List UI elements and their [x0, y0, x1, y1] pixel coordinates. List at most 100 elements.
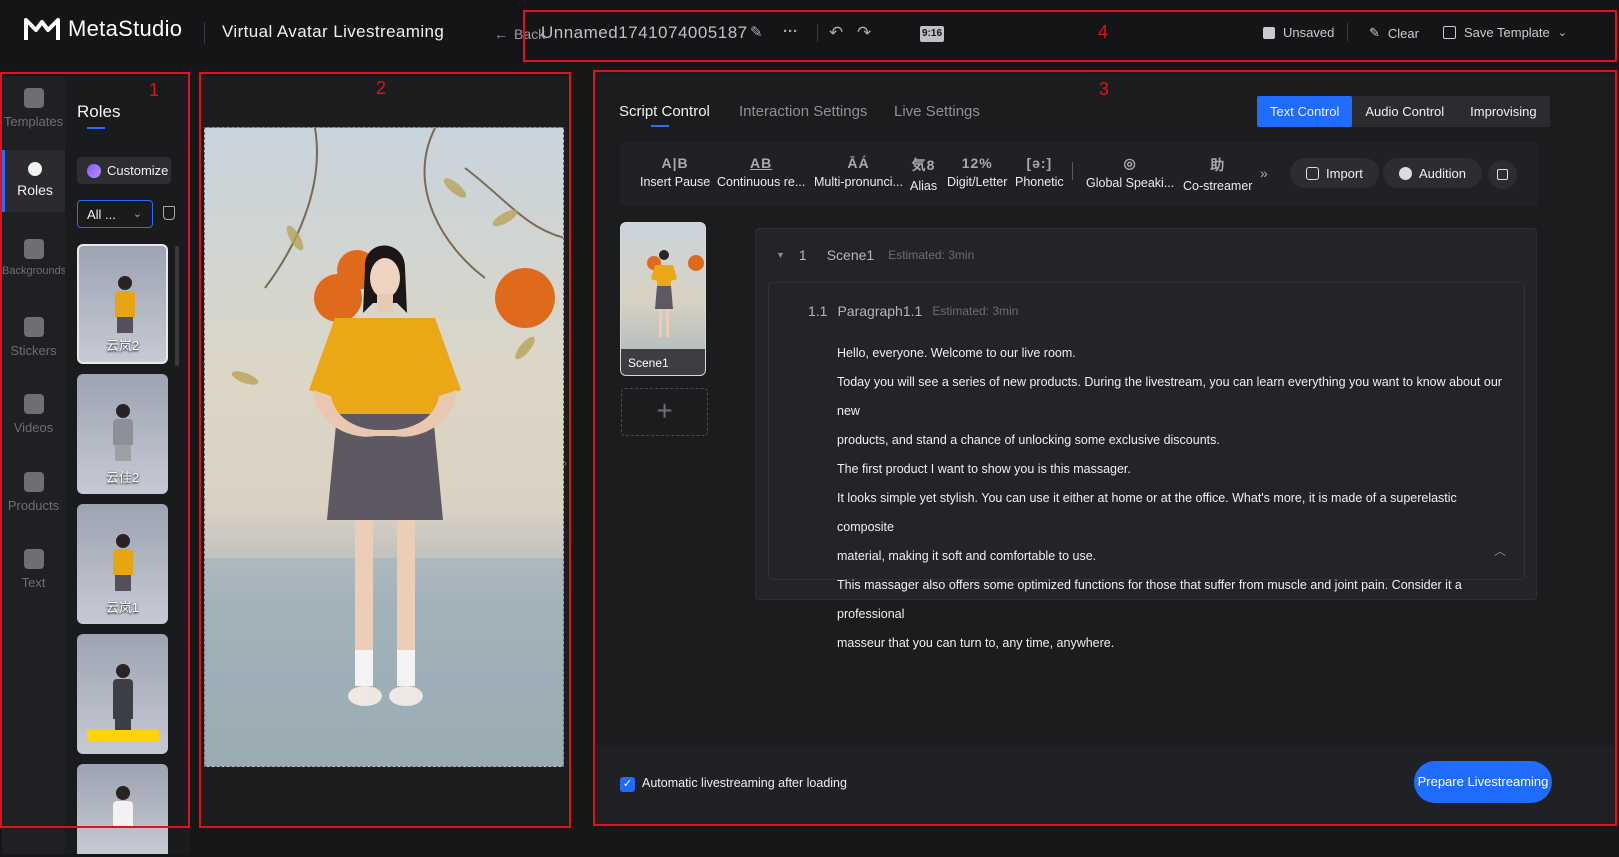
tab-interaction-settings[interactable]: Interaction Settings [739, 103, 867, 120]
paragraph-index: 1.1 [808, 303, 828, 319]
avatar [113, 534, 133, 604]
role-card[interactable] [77, 764, 168, 854]
import-button[interactable]: Import [1290, 158, 1379, 188]
script-toolbar: A|B Insert Pause AB Continuous re... ĀÁ Mul… [620, 142, 1538, 206]
play-icon [1399, 166, 1412, 180]
role-card[interactable] [77, 634, 168, 754]
script-line: Today you will see a series of new produ… [837, 375, 1502, 418]
sticker-icon [23, 317, 44, 337]
tool-label: Multi-pronunci... [814, 175, 903, 189]
script-line: This massager also offers some optimized… [837, 578, 1462, 621]
avatar [113, 786, 133, 854]
auto-livestream-checkbox[interactable]: ✓ [620, 777, 635, 792]
co-streamer-icon: 助 [1210, 157, 1226, 173]
select-check-button[interactable] [1488, 160, 1517, 189]
paragraph-estimate: Estimated: 3min [932, 304, 1019, 318]
digit-letter-tool[interactable]: 12% Digit/Letter [947, 155, 1007, 189]
person-icon [28, 162, 42, 176]
script-control-panel: Script Control Interaction Settings Live… [596, 73, 1615, 826]
more-icon[interactable]: ··· [783, 24, 798, 39]
customize-button[interactable]: Customize [77, 157, 171, 184]
double-chevron-right-icon[interactable]: » [1260, 165, 1268, 181]
prepare-livestreaming-button[interactable]: Prepare Livestreaming [1414, 761, 1552, 803]
import-icon [1306, 166, 1319, 180]
preview-panel: › [202, 76, 569, 826]
undo-icon[interactable]: ↶ [829, 24, 843, 41]
role-filter-select[interactable]: All ... ⌄ [77, 200, 153, 228]
scene-header[interactable]: ▼ 1 Scene1 Estimated: 3min [776, 247, 974, 263]
collapse-handle-icon[interactable]: › [563, 456, 567, 470]
aspect-ratio-button[interactable]: 9:16 [920, 26, 944, 42]
annotation-label-2: 2 [376, 78, 387, 98]
global-speaking-tool[interactable]: ◎ Global Speaki... [1086, 155, 1174, 190]
tab-script-control[interactable]: Script Control [619, 103, 710, 120]
tool-label: Global Speaki... [1086, 176, 1175, 190]
tab-live-settings[interactable]: Live Settings [894, 103, 980, 120]
caret-down-icon: ▼ [776, 250, 785, 260]
brand-name: MetaStudio [68, 16, 183, 41]
divider [817, 24, 818, 42]
script-text-editor[interactable]: Hello, everyone. Welcome to our live roo… [837, 339, 1517, 658]
roles-panel: Roles Customize All ... ⌄ 云岚2 云佳2 云岚1 [65, 76, 190, 854]
improvising-button[interactable]: Improvising [1457, 96, 1549, 127]
avatar [113, 664, 133, 735]
phonetic-tool[interactable]: [ə:] Phonetic [1015, 155, 1064, 189]
digit-icon: 12% [961, 155, 993, 171]
audio-control-button[interactable]: Audio Control [1352, 96, 1457, 127]
save-template-button[interactable]: Save Template ⌄ [1443, 25, 1567, 40]
audition-button[interactable]: Audition [1383, 158, 1482, 188]
annotation-label-4: 4 [1098, 22, 1109, 42]
unsaved-status: Unsaved [1263, 25, 1334, 40]
redo-icon[interactable]: ↷ [857, 24, 871, 41]
rail-item-text[interactable]: Text [2, 549, 65, 609]
plus-icon: + [656, 395, 673, 426]
alias-tool[interactable]: 気8 Alias [910, 155, 937, 193]
scene-thumbnail[interactable]: Scene1 [620, 222, 706, 376]
co-streamer-tool[interactable]: 助 Co-streamer [1183, 155, 1252, 193]
insert-pause-tool[interactable]: A|B Insert Pause [640, 155, 710, 189]
auto-livestream-label: Automatic livestreaming after loading [642, 776, 847, 790]
rail-item-videos[interactable]: Videos [2, 394, 65, 454]
name-bar [87, 730, 159, 742]
chevron-up-icon[interactable]: ︿ [1494, 542, 1506, 559]
filter-icon[interactable] [163, 206, 175, 220]
add-scene-button[interactable]: + [621, 388, 708, 436]
role-card[interactable]: 云岚1 [77, 504, 168, 624]
script-line: It looks simple yet stylish. You can use… [837, 491, 1457, 534]
annotation-label-3: 3 [1099, 79, 1110, 99]
customize-icon [87, 163, 101, 178]
rail-label: Stickers [10, 343, 57, 358]
scene-name: Scene1 [826, 247, 875, 263]
paragraph-header: 1.1 Paragraph1.1 Estimated: 3min [808, 303, 1018, 319]
preview-canvas[interactable] [204, 127, 564, 767]
continuous-reading-tool[interactable]: AB Continuous re... [717, 155, 805, 189]
save-template-label: Save Template [1464, 25, 1550, 40]
role-card[interactable]: 云佳2 [77, 374, 168, 494]
rail-label: Text [21, 575, 46, 590]
edit-icon[interactable]: ✎ [750, 25, 763, 40]
rail-item-backgrounds[interactable]: Backgrounds [2, 239, 66, 299]
rail-item-products[interactable]: Products [2, 472, 65, 532]
text-control-button[interactable]: Text Control [1257, 96, 1353, 127]
tool-label: Alias [910, 179, 938, 193]
tool-label: Insert Pause [640, 175, 711, 189]
rail-item-templates[interactable]: Templates [2, 84, 65, 144]
phonetic-icon: [ə:] [1026, 155, 1053, 171]
rail-item-stickers[interactable]: Stickers [2, 317, 65, 377]
title-underline [87, 127, 105, 129]
document-name[interactable]: Unnamed1741074005187 [541, 23, 748, 43]
multi-pronunciation-tool[interactable]: ĀÁ Multi-pronunci... [814, 155, 903, 189]
scene-index: 1 [798, 247, 807, 263]
toolbar-divider [1072, 162, 1073, 180]
roles-title: Roles [77, 102, 121, 121]
clear-button[interactable]: ✎ Clear [1369, 25, 1419, 41]
bag-icon [23, 472, 44, 492]
scrollbar[interactable] [175, 246, 179, 366]
background-icon [23, 239, 44, 259]
text-icon [23, 549, 44, 569]
script-line: Hello, everyone. Welcome to our live roo… [837, 346, 1076, 360]
role-card[interactable]: 云岚2 [77, 244, 168, 364]
rail-item-roles[interactable]: Roles [2, 150, 65, 212]
back-button[interactable]: ← Back [494, 26, 545, 42]
rail-label: Videos [13, 420, 54, 435]
